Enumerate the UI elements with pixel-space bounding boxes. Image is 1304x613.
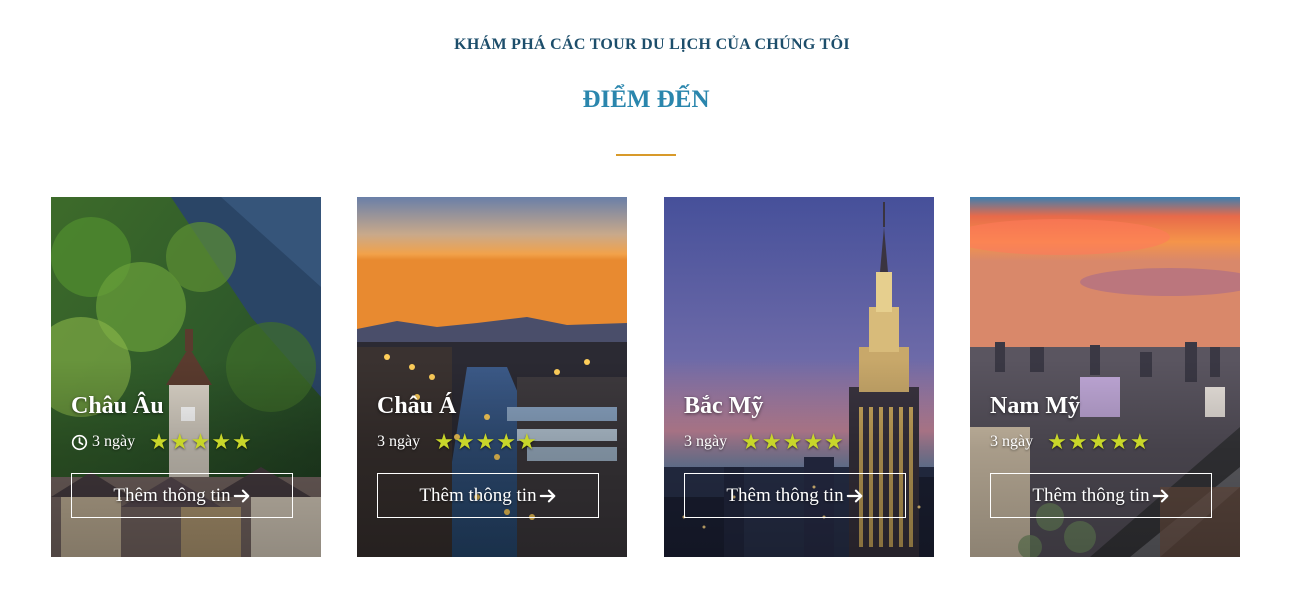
star-icon: ★: [475, 429, 496, 454]
card-title: Châu Á: [377, 393, 457, 419]
star-icon: ★: [1047, 429, 1067, 454]
card-title: Nam Mỹ: [990, 393, 1080, 419]
card-duration: 3 ngày: [377, 433, 421, 450]
card-meta: 3 ngày ★ ★ ★ ★ ★: [377, 431, 538, 453]
star-rating: ★ ★ ★ ★ ★: [741, 431, 845, 453]
star-icon: ★: [232, 429, 252, 454]
star-rating: ★ ★ ★ ★ ★: [434, 431, 538, 453]
more-info-button[interactable]: Thêm thông tin: [684, 473, 906, 518]
star-rating: ★ ★ ★ ★ ★: [1047, 431, 1151, 453]
star-icon: ★: [1088, 429, 1109, 454]
section-kicker: KHÁM PHÁ CÁC TOUR DU LỊCH CỦA CHÚNG TÔI: [454, 36, 850, 53]
more-info-label: Thêm thông tin: [419, 484, 537, 506]
clock-icon: [71, 434, 88, 450]
star-icon: ★: [434, 429, 454, 454]
arrow-right-icon: [1152, 489, 1168, 502]
card-duration: 3 ngày: [990, 433, 1034, 450]
star-icon: ★: [149, 429, 169, 454]
star-icon: ★: [517, 429, 537, 454]
star-icon: ★: [211, 429, 232, 454]
star-icon: ★: [1067, 429, 1088, 454]
card-meta: 3 ngày ★ ★ ★ ★ ★: [990, 431, 1151, 453]
destination-card-europe[interactable]: Châu Âu 3 ngày ★ ★ ★ ★ ★ Thêm thông tin: [51, 197, 321, 557]
more-info-label: Thêm thông tin: [1032, 484, 1150, 506]
arrow-right-icon: [233, 489, 249, 502]
destination-card-asia[interactable]: Châu Á 3 ngày ★ ★ ★ ★ ★ Thêm thông tin: [357, 197, 627, 557]
star-icon: ★: [782, 429, 803, 454]
star-icon: ★: [741, 429, 761, 454]
card-title: Châu Âu: [71, 393, 164, 419]
heading-divider: [616, 154, 676, 156]
card-title: Bắc Mỹ: [684, 393, 764, 419]
card-meta: 3 ngày ★ ★ ★ ★ ★: [71, 431, 253, 453]
card-duration: 3 ngày: [684, 433, 728, 450]
more-info-button[interactable]: Thêm thông tin: [990, 473, 1212, 518]
more-info-label: Thêm thông tin: [113, 484, 231, 506]
star-icon: ★: [190, 429, 211, 454]
card-duration: 3 ngày: [92, 433, 136, 450]
more-info-label: Thêm thông tin: [726, 484, 844, 506]
star-icon: ★: [169, 429, 190, 454]
destination-card-north-america[interactable]: Bắc Mỹ 3 ngày ★ ★ ★ ★ ★ Thêm thông tin: [664, 197, 934, 557]
star-icon: ★: [1109, 429, 1130, 454]
star-icon: ★: [803, 429, 824, 454]
destination-card-south-america[interactable]: Nam Mỹ 3 ngày ★ ★ ★ ★ ★ Thêm thông tin: [970, 197, 1240, 557]
star-icon: ★: [824, 429, 844, 454]
star-icon: ★: [1130, 429, 1150, 454]
star-icon: ★: [496, 429, 517, 454]
star-icon: ★: [454, 429, 475, 454]
card-meta: 3 ngày ★ ★ ★ ★ ★: [684, 431, 845, 453]
star-icon: ★: [761, 429, 782, 454]
more-info-button[interactable]: Thêm thông tin: [377, 473, 599, 518]
arrow-right-icon: [539, 489, 555, 502]
star-rating: ★ ★ ★ ★ ★: [149, 431, 253, 453]
section-heading: ĐIỂM ĐẾN: [582, 86, 710, 113]
arrow-right-icon: [846, 489, 862, 502]
more-info-button[interactable]: Thêm thông tin: [71, 473, 293, 518]
